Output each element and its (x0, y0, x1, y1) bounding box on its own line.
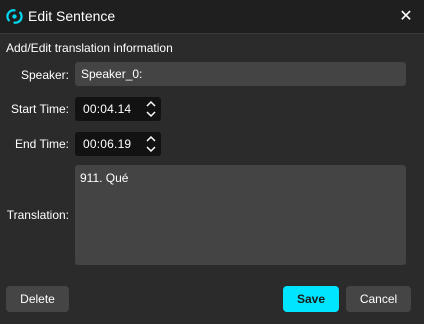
chevron-down-icon[interactable] (146, 110, 156, 118)
translation-label: Translation: (6, 208, 69, 222)
speaker-field[interactable]: Speaker_0: (75, 62, 406, 86)
translation-textarea[interactable]: 911. Qué (75, 165, 406, 265)
chevron-up-icon[interactable] (146, 135, 156, 143)
window-title: Edit Sentence (28, 8, 116, 24)
speaker-label: Speaker: (20, 68, 69, 82)
start-time-field[interactable]: 00:04.14 (75, 97, 161, 121)
end-time-label: End Time: (14, 137, 69, 151)
start-time-value: 00:04.14 (83, 102, 132, 116)
end-time-value: 00:06.19 (83, 137, 132, 151)
title-bar: Edit Sentence ✕ (0, 0, 424, 34)
end-time-field[interactable]: 00:06.19 (75, 132, 161, 156)
form-heading: Add/Edit translation information (6, 41, 173, 55)
chevron-down-icon[interactable] (146, 145, 156, 153)
start-time-spinner (146, 100, 156, 118)
logo-icon (6, 9, 23, 24)
start-time-label: Start Time: (10, 102, 69, 116)
close-icon[interactable]: ✕ (396, 6, 416, 26)
delete-button[interactable]: Delete (6, 286, 69, 312)
chevron-up-icon[interactable] (146, 100, 156, 108)
end-time-spinner (146, 135, 156, 153)
save-button[interactable]: Save (283, 286, 339, 312)
cancel-button[interactable]: Cancel (346, 286, 411, 312)
